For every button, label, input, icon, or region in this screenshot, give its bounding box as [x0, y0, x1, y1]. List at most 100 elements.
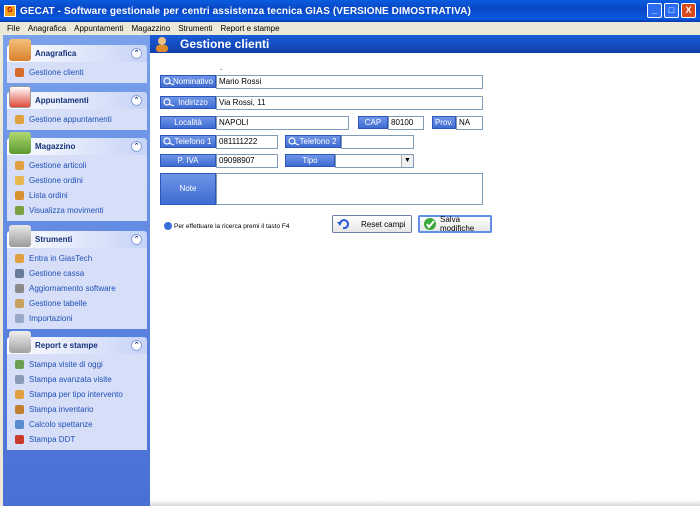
sidebar-group-title: Report e stampe: [35, 341, 98, 350]
menu-strumenti[interactable]: Strumenti: [178, 24, 212, 33]
sidebar-group-header[interactable]: Appuntamenti ⌃: [7, 86, 147, 109]
sidebar-group-title: Strumenti: [35, 235, 73, 244]
menu-magazzino[interactable]: Magazzino: [132, 24, 171, 33]
sidebar-item-gestione-tabelle[interactable]: Gestione tabelle: [7, 296, 147, 311]
sidebar-item-lista-ordini[interactable]: Lista ordini: [7, 188, 147, 203]
collapse-icon[interactable]: ⌃: [131, 234, 142, 245]
salva-button[interactable]: Salva modifiche: [418, 215, 492, 233]
label-nominativo: Nominativo: [160, 75, 216, 88]
telefono-1-field[interactable]: 081111222: [216, 135, 278, 149]
search-icon: [163, 137, 175, 146]
localita-field[interactable]: NAPOLI: [216, 116, 349, 130]
sidebar-group-header[interactable]: Anagrafica ⌃: [7, 39, 147, 62]
sidebar-group-header[interactable]: Strumenti ⌃: [7, 225, 147, 248]
sidebar-group-title: Magazzino: [35, 142, 76, 151]
menu-anagrafica[interactable]: Anagrafica: [28, 24, 66, 33]
minimize-button[interactable]: _: [647, 3, 662, 18]
sidebar-item-stampa-visite-di-oggi[interactable]: Stampa visite di oggi: [7, 357, 147, 372]
sidebar-group-anagrafica: Anagrafica ⌃ Gestione clienti: [7, 39, 147, 83]
tools-icon: [9, 225, 31, 247]
page-title: Gestione clienti: [180, 37, 270, 51]
sidebar: Anagrafica ⌃ Gestione clienti Appuntamen…: [3, 35, 150, 506]
sidebar-item-gestione-ordini[interactable]: Gestione ordini: [7, 173, 147, 188]
user-icon: [15, 115, 24, 124]
nominativo-field[interactable]: Mario Rossi: [216, 75, 483, 89]
label-tipo: Tipo: [285, 154, 335, 167]
sidebar-group-header[interactable]: Magazzino ⌃: [7, 132, 147, 155]
sidebar-item-visualizza-movimenti[interactable]: Visualizza movimenti: [7, 203, 147, 218]
piva-field[interactable]: 09098907: [216, 154, 278, 168]
sidebar-item-label: Gestione appuntamenti: [29, 115, 112, 124]
app-icon: G: [4, 5, 16, 17]
sidebar-item-label: Importazioni: [29, 314, 73, 323]
sidebar-group-body: Entra in GiasTech Gestione cassa Aggiorn…: [7, 248, 147, 329]
chevron-down-icon[interactable]: ▼: [401, 155, 413, 167]
sidebar-item-label: Gestione articoli: [29, 161, 87, 170]
movement-icon: [15, 206, 24, 215]
truck-icon: [15, 435, 24, 444]
telefono-2-field[interactable]: [341, 135, 414, 149]
menu-appuntamenti[interactable]: Appuntamenti: [74, 24, 123, 33]
label-telefono-2: Telefono 2: [285, 135, 341, 148]
collapse-icon[interactable]: ⌃: [131, 48, 142, 59]
collapse-icon[interactable]: ⌃: [131, 95, 142, 106]
menu-report-e-stampe[interactable]: Report e stampe: [220, 24, 279, 33]
maximize-button[interactable]: □: [664, 3, 679, 18]
label-note: Note: [160, 173, 216, 205]
sidebar-item-label: Stampa inventario: [29, 405, 94, 414]
sidebar-group-strumenti: Strumenti ⌃ Entra in GiasTech Gestione c…: [7, 225, 147, 329]
label-prov: Prov.: [432, 116, 456, 129]
dot-marker: .: [220, 63, 223, 72]
sidebar-item-label: Visualizza movimenti: [29, 206, 104, 215]
close-button[interactable]: X: [681, 3, 696, 18]
sidebar-item-importazioni[interactable]: Importazioni: [7, 311, 147, 326]
search-hint: Per effettuare la ricerca premi il tasto…: [164, 222, 289, 230]
window-controls: _ □ X: [647, 3, 696, 18]
collapse-icon[interactable]: ⌃: [131, 141, 142, 152]
search-icon: [163, 77, 175, 86]
menu-file[interactable]: File: [7, 24, 20, 33]
sidebar-item-label: Gestione clienti: [29, 68, 84, 77]
label-telefono-1: Telefono 1: [160, 135, 216, 148]
calendar-icon: [9, 86, 31, 108]
label-localita: Località: [160, 116, 216, 129]
reset-button[interactable]: Reset campi: [332, 215, 412, 233]
sidebar-item-label: Entra in GiasTech: [29, 254, 93, 263]
label-cap: CAP: [358, 116, 388, 129]
update-icon: [15, 284, 24, 293]
import-icon: [15, 314, 24, 323]
sidebar-group-header[interactable]: Report e stampe ⌃: [7, 331, 147, 354]
box-icon: [15, 161, 24, 170]
sidebar-group-body: Stampa visite di oggi Stampa avanzata vi…: [7, 354, 147, 450]
user-icon: [15, 254, 24, 263]
page-header: Gestione clienti: [150, 35, 700, 53]
sidebar-item-gestione-clienti[interactable]: Gestione clienti: [7, 65, 147, 80]
sidebar-item-stampa-inventario[interactable]: Stampa inventario: [7, 402, 147, 417]
sidebar-group-appuntamenti: Appuntamenti ⌃ Gestione appuntamenti: [7, 86, 147, 130]
sidebar-item-gestione-cassa[interactable]: Gestione cassa: [7, 266, 147, 281]
indirizzo-field[interactable]: Via Rossi, 11: [216, 96, 483, 110]
sidebar-item-calcolo-spettanze[interactable]: Calcolo spettanze: [7, 417, 147, 432]
sidebar-item-label: Gestione cassa: [29, 269, 85, 278]
printer-icon: [9, 331, 31, 353]
sidebar-group-title: Appuntamenti: [35, 96, 89, 105]
sidebar-item-stampa-avanzata-visite[interactable]: Stampa avanzata visite: [7, 372, 147, 387]
sidebar-item-stampa-per-tipo-intervento[interactable]: Stampa per tipo intervento: [7, 387, 147, 402]
sidebar-item-label: Gestione tabelle: [29, 299, 87, 308]
sidebar-item-gestione-articoli[interactable]: Gestione articoli: [7, 158, 147, 173]
collapse-icon[interactable]: ⌃: [131, 340, 142, 351]
sidebar-item-gestione-appuntamenti[interactable]: Gestione appuntamenti: [7, 112, 147, 127]
window-title: GECAT - Software gestionale per centri a…: [20, 5, 471, 17]
search-icon: [288, 137, 300, 146]
calculator-icon: [15, 420, 24, 429]
sidebar-group-body: Gestione appuntamenti: [7, 109, 147, 130]
sidebar-item-aggiornamento-software[interactable]: Aggiornamento software: [7, 281, 147, 296]
sidebar-item-entra-in-giastech[interactable]: Entra in GiasTech: [7, 251, 147, 266]
sidebar-item-stampa-ddt[interactable]: Stampa DDT: [7, 432, 147, 447]
cap-field[interactable]: 80100: [388, 116, 424, 130]
search-icon: [164, 222, 172, 230]
inventory-icon: [15, 405, 24, 414]
tipo-select[interactable]: ▼: [335, 154, 414, 168]
prov-field[interactable]: NA: [456, 116, 483, 130]
note-field[interactable]: [216, 173, 483, 205]
